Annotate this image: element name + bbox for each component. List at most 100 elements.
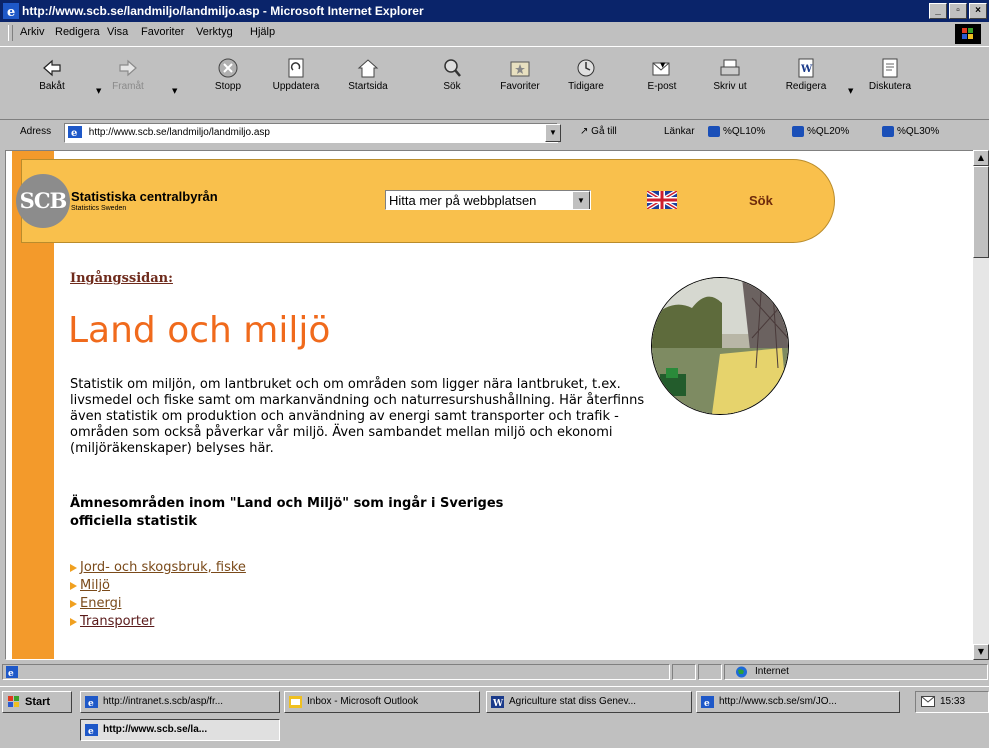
history-icon bbox=[577, 59, 595, 77]
status-pane bbox=[698, 664, 722, 680]
org-name[interactable]: Statistiska centralbyrån bbox=[71, 189, 218, 204]
address-input[interactable]: e http://www.scb.se/landmiljo/landmiljo.… bbox=[64, 123, 558, 143]
window-title: http://www.scb.se/landmiljo/landmiljo.as… bbox=[22, 4, 424, 18]
refresh-icon bbox=[288, 58, 304, 78]
svg-text:e: e bbox=[88, 699, 94, 708]
start-button[interactable]: Start bbox=[2, 691, 72, 713]
system-tray: 15:33 bbox=[915, 691, 989, 713]
topic-list: Jord- och skogsbruk, fiske Miljö Energi … bbox=[70, 559, 246, 631]
topic-link-agriculture[interactable]: Jord- och skogsbruk, fiske bbox=[80, 560, 246, 575]
list-item: Miljö bbox=[70, 577, 246, 595]
search-icon bbox=[444, 59, 461, 77]
internet-explorer-icon: e bbox=[701, 696, 714, 708]
minimize-button[interactable]: _ bbox=[929, 3, 947, 19]
link-ql30[interactable]: %QL30% bbox=[882, 126, 939, 137]
task-intranet[interactable]: e http://intranet.s.scb/asp/fr... bbox=[80, 691, 280, 713]
history-button[interactable]: Tidigare bbox=[554, 53, 618, 107]
menu-hjalp[interactable]: Hjälp bbox=[250, 26, 275, 38]
forward-arrow-icon bbox=[119, 59, 137, 77]
mail-dropdown-arrow[interactable]: ▼ bbox=[660, 61, 665, 69]
page-status-icon: e bbox=[6, 666, 18, 678]
landscape-photo bbox=[651, 277, 789, 415]
svg-text:W: W bbox=[800, 64, 813, 75]
globe-icon bbox=[736, 666, 747, 678]
scroll-thumb[interactable] bbox=[973, 166, 989, 258]
menu-redigera[interactable]: Redigera bbox=[55, 26, 100, 38]
scroll-down-icon[interactable]: ▼ bbox=[973, 644, 989, 660]
breadcrumb-link[interactable]: Ingångssidan: bbox=[70, 271, 173, 286]
uk-flag-icon[interactable] bbox=[647, 191, 677, 209]
menu-favoriter[interactable]: Favoriter bbox=[141, 26, 184, 38]
site-select-value: Hitta mer på webbplatsen bbox=[389, 193, 537, 208]
bullet-arrow-icon bbox=[70, 563, 77, 572]
edit-dropdown-arrow[interactable]: ▼ bbox=[848, 87, 853, 95]
search-button[interactable]: Sök bbox=[420, 53, 484, 107]
page-title: Land och miljö bbox=[68, 310, 331, 351]
address-url: http://www.scb.se/landmiljo/landmiljo.as… bbox=[88, 127, 270, 138]
link-ql20[interactable]: %QL20% bbox=[792, 126, 849, 137]
menu-visa[interactable]: Visa bbox=[107, 26, 128, 38]
svg-text:e: e bbox=[88, 727, 94, 736]
topic-link-environment[interactable]: Miljö bbox=[80, 578, 110, 593]
clock[interactable]: 15:33 bbox=[940, 696, 965, 707]
maximize-button[interactable]: ▫ bbox=[949, 3, 967, 19]
address-dropdown-button[interactable]: ▼ bbox=[545, 124, 561, 142]
security-zone-pane: Internet bbox=[724, 664, 988, 680]
org-subtitle: Statistics Sweden bbox=[71, 205, 127, 212]
print-button[interactable]: Skriv ut bbox=[698, 53, 762, 107]
search-link[interactable]: Sök bbox=[749, 193, 773, 208]
section-heading: Ämnesområden inom "Land och Miljö" som i… bbox=[70, 496, 504, 529]
topic-link-energy[interactable]: Energi bbox=[80, 596, 121, 611]
zone-label: Internet bbox=[755, 666, 789, 677]
status-message-pane: e bbox=[2, 664, 670, 680]
links-label: Länkar bbox=[664, 126, 695, 137]
goto-button[interactable]: ↗ Gå till bbox=[580, 126, 617, 137]
link-page-icon bbox=[708, 126, 720, 137]
address-bar: Adress e http://www.scb.se/landmiljo/lan… bbox=[0, 120, 989, 146]
task-outlook[interactable]: Inbox - Microsoft Outlook bbox=[284, 691, 480, 713]
site-navigation-select[interactable]: Hitta mer på webbplatsen ▼ bbox=[385, 190, 591, 210]
bullet-arrow-icon bbox=[70, 599, 77, 608]
discuss-icon bbox=[882, 58, 898, 78]
forward-button[interactable]: Framåt bbox=[96, 53, 160, 107]
stop-button[interactable]: Stopp bbox=[196, 53, 260, 107]
svg-text:e: e bbox=[7, 5, 15, 19]
word-document-icon: W bbox=[798, 58, 814, 78]
favorites-folder-icon bbox=[510, 61, 530, 77]
discuss-button[interactable]: Diskutera bbox=[858, 53, 922, 107]
stop-icon bbox=[218, 58, 238, 78]
favorites-button[interactable]: Favoriter bbox=[488, 53, 552, 107]
chevron-down-icon[interactable]: ▼ bbox=[572, 191, 590, 209]
topic-link-transport[interactable]: Transporter bbox=[80, 614, 154, 629]
refresh-button[interactable]: Uppdatera bbox=[264, 53, 328, 107]
word-document-icon: W bbox=[491, 696, 504, 708]
list-item: Jord- och skogsbruk, fiske bbox=[70, 559, 246, 577]
home-button[interactable]: Startsida bbox=[336, 53, 400, 107]
standard-toolbar: Bakåt ▼ Framåt ▼ Stopp Uppdatera Startsi… bbox=[0, 46, 989, 120]
outlook-icon bbox=[289, 696, 302, 708]
svg-text:W: W bbox=[492, 699, 504, 708]
task-word-document[interactable]: W Agriculture stat diss Genev... bbox=[486, 691, 692, 713]
page-viewport[interactable]: SCB Statistiska centralbyrån Statistics … bbox=[5, 150, 975, 660]
task-scb-landmiljo[interactable]: e http://www.scb.se/la... bbox=[80, 719, 280, 741]
edit-button[interactable]: W Redigera bbox=[774, 53, 838, 107]
envelope-icon[interactable] bbox=[921, 696, 935, 707]
window-title-bar[interactable]: e http://www.scb.se/landmiljo/landmiljo.… bbox=[0, 0, 989, 22]
scb-logo[interactable]: SCB bbox=[16, 174, 70, 228]
back-button[interactable]: Bakåt bbox=[20, 53, 84, 107]
task-scb-sm[interactable]: e http://www.scb.se/sm/JO... bbox=[696, 691, 900, 713]
menu-arkiv[interactable]: Arkiv bbox=[20, 26, 44, 38]
vertical-scrollbar[interactable]: ▲ ▼ bbox=[973, 150, 989, 660]
windows-flag-icon bbox=[8, 696, 19, 707]
close-button[interactable]: × bbox=[969, 3, 987, 19]
forward-dropdown-arrow[interactable]: ▼ bbox=[172, 87, 177, 95]
list-item: Transporter bbox=[70, 613, 246, 631]
internet-explorer-icon: e bbox=[85, 696, 98, 708]
scroll-up-icon[interactable]: ▲ bbox=[973, 150, 989, 166]
list-item: Energi bbox=[70, 595, 246, 613]
link-ql10[interactable]: %QL10% bbox=[708, 126, 765, 137]
menu-verktyg[interactable]: Verktyg bbox=[196, 26, 233, 38]
page-icon: e bbox=[68, 126, 82, 139]
svg-text:e: e bbox=[71, 128, 77, 138]
menu-bar: Arkiv Redigera Visa Favoriter Verktyg Hj… bbox=[0, 22, 989, 44]
